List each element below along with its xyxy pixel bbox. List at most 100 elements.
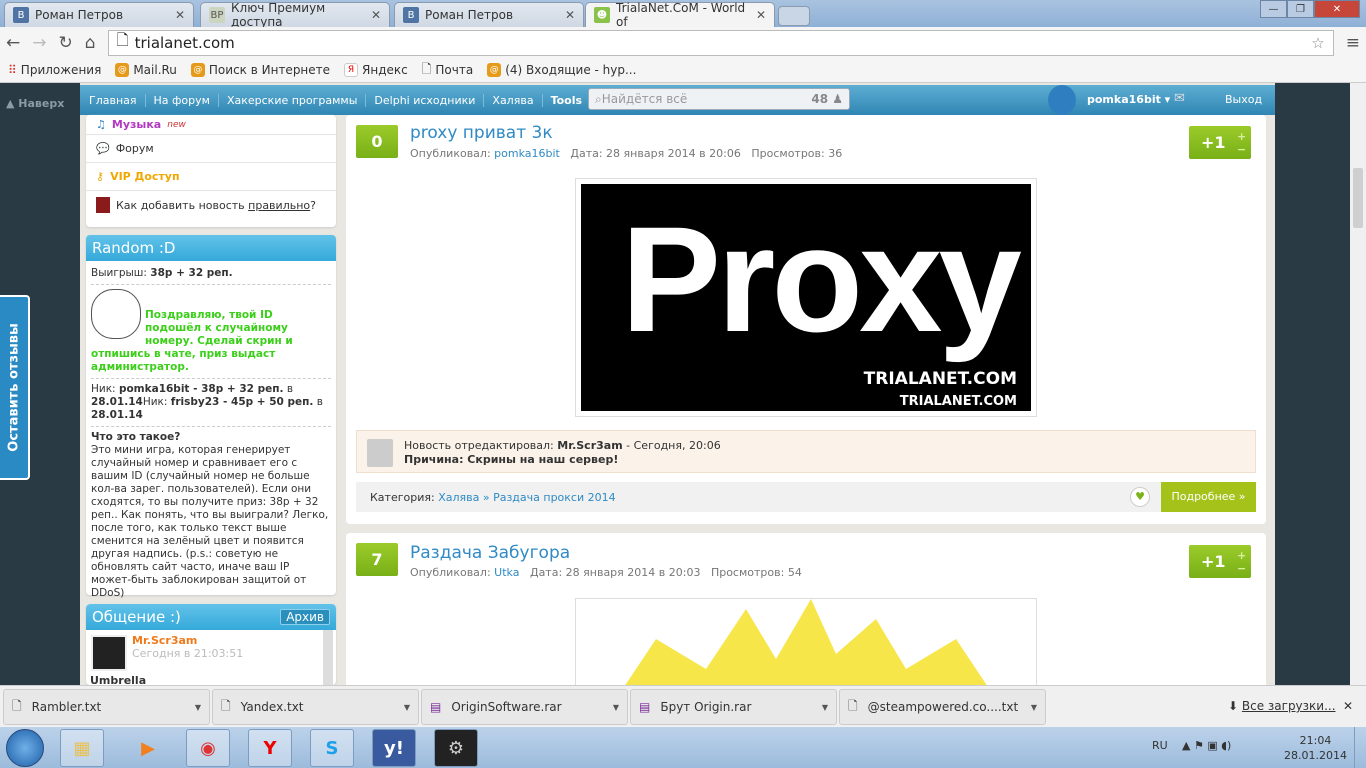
nav-home[interactable]: Главная bbox=[80, 93, 146, 107]
category-link[interactable]: Халява » Раздача прокси 2014 bbox=[438, 491, 615, 504]
sidebar-item-vip[interactable]: ⚷ VIP Доступ bbox=[86, 163, 336, 191]
download-name: Yandex.txt bbox=[240, 700, 304, 714]
mail-icon[interactable]: ✉ bbox=[1174, 91, 1185, 106]
user-menu[interactable]: pomka16bit ▾ bbox=[1087, 93, 1170, 106]
feedback-tab[interactable]: Оставить отзывы bbox=[0, 295, 30, 480]
download-item[interactable]: 🗋 Yandex.txt ▼ bbox=[212, 689, 419, 725]
language-indicator[interactable]: RU bbox=[1152, 739, 1168, 752]
archive-button[interactable]: Архив bbox=[280, 609, 330, 625]
win-line: Выигрыш: 38р + 32 реп. bbox=[91, 267, 331, 280]
bookmark-inbox[interactable]: @ (4) Входящие - hyp... bbox=[487, 63, 636, 77]
vote-plus-button[interactable]: +1 + − bbox=[1189, 126, 1251, 159]
download-item[interactable]: 🗋 @steampowered.co....txt ▼ bbox=[839, 689, 1046, 725]
winner-date: 28.01.14 bbox=[91, 396, 143, 408]
sidebar-item-how-to[interactable]: Как добавить новость правильно? bbox=[86, 191, 336, 219]
bookmark-mail[interactable]: 🗋 Почта bbox=[422, 60, 473, 81]
sidebar-item-forum[interactable]: 💬 Форум bbox=[86, 135, 336, 163]
post-date: Дата: 28 января 2014 в 20:03 bbox=[529, 566, 701, 579]
dropdown-icon[interactable]: ▼ bbox=[404, 703, 410, 712]
heart-icon[interactable]: ♥ bbox=[1130, 487, 1150, 507]
close-icon[interactable]: ✕ bbox=[756, 8, 766, 22]
back-icon[interactable]: ← bbox=[6, 33, 20, 53]
menu-label: Как добавить новость правильно? bbox=[116, 199, 316, 212]
close-icon[interactable]: ✕ bbox=[565, 8, 575, 22]
author-link[interactable]: pomka16bit bbox=[494, 147, 560, 160]
download-item[interactable]: ▤ Брут Origin.rar ▼ bbox=[630, 689, 837, 725]
back-to-top-button[interactable]: ▲ Наверх bbox=[6, 97, 80, 110]
bookmark-label: Яндекс bbox=[362, 63, 408, 77]
close-downloads-icon[interactable]: ✕ bbox=[1343, 699, 1353, 713]
close-window-button[interactable]: ✕ bbox=[1314, 0, 1360, 18]
sidebar-item-music[interactable]: ♫ Музыка new bbox=[86, 115, 336, 135]
page-scrollbar[interactable] bbox=[1350, 83, 1366, 685]
skype-icon[interactable]: S bbox=[310, 729, 354, 767]
address-bar[interactable]: 🗋 trialanet.com ☆ bbox=[107, 29, 1334, 56]
close-icon[interactable]: ✕ bbox=[175, 8, 185, 22]
post-title[interactable]: Раздача Забугора bbox=[410, 543, 570, 563]
tab-active[interactable]: ☻ TrialaNet.CoM - World of ✕ bbox=[585, 1, 775, 29]
scroll-thumb[interactable] bbox=[1353, 168, 1363, 228]
clock-date: 28.01.2014 bbox=[1284, 749, 1347, 762]
download-item[interactable]: ▤ OriginSoftware.rar ▼ bbox=[421, 689, 628, 725]
bookmark-apps[interactable]: ⠿ Приложения bbox=[8, 63, 101, 77]
start-button[interactable] bbox=[6, 729, 44, 767]
nav-delphi[interactable]: Delphi исходники bbox=[366, 93, 485, 107]
bookmarks-bar: ⠿ Приложения @ Mail.Ru @ Поиск в Интернете … bbox=[0, 58, 1366, 83]
correctly-link[interactable]: правильно bbox=[248, 199, 310, 212]
site-search-input[interactable]: ⌕ Найдётся всё 48 ♟ bbox=[588, 88, 850, 110]
post-rating: 7 bbox=[356, 543, 398, 576]
author-link[interactable]: Utka bbox=[494, 566, 519, 579]
dropdown-icon[interactable]: ▼ bbox=[1031, 703, 1037, 712]
what-title: Что это такое? bbox=[91, 431, 181, 443]
download-name: Брут Origin.rar bbox=[660, 700, 752, 714]
tab-2[interactable]: BP Ключ Премиум доступа ✕ bbox=[200, 1, 390, 29]
read-more-button[interactable]: Подробнее » bbox=[1161, 482, 1256, 512]
yandex-browser-icon[interactable]: Y bbox=[248, 729, 292, 767]
tray-icons[interactable]: ▲ ⚑ ▣ ◖) bbox=[1182, 739, 1231, 752]
explorer-icon[interactable]: ▦ bbox=[60, 729, 104, 767]
in-label: в bbox=[316, 396, 323, 408]
search-icon: ⌕ bbox=[595, 91, 602, 106]
nav-tools[interactable]: Tools bbox=[543, 94, 590, 107]
home-icon[interactable]: ⌂ bbox=[85, 33, 96, 53]
new-tab-button[interactable] bbox=[778, 6, 810, 26]
media-player-icon[interactable]: ▶ bbox=[126, 729, 170, 767]
username: pomka16bit bbox=[1087, 93, 1161, 106]
nav-freebies[interactable]: Халява bbox=[484, 93, 543, 107]
nav-forum[interactable]: На форум bbox=[146, 93, 219, 107]
all-downloads-link[interactable]: ⬇ Все загрузки... bbox=[1228, 699, 1336, 713]
chat-user[interactable]: Mr.Scr3am bbox=[132, 634, 197, 647]
tab-3[interactable]: В Роман Петров ✕ bbox=[394, 2, 584, 27]
user-avatar[interactable] bbox=[1048, 85, 1076, 115]
reload-icon[interactable]: ↻ bbox=[59, 33, 73, 53]
logout-link[interactable]: Выход bbox=[1225, 93, 1262, 106]
dropdown-icon[interactable]: ▼ bbox=[613, 703, 619, 712]
vote-plus-button[interactable]: +1 + − bbox=[1189, 545, 1251, 578]
tab-label: Ключ Премиум доступа bbox=[231, 1, 326, 29]
bookmark-mailru[interactable]: @ Mail.Ru bbox=[115, 63, 177, 77]
yahoo-icon[interactable]: y! bbox=[372, 729, 416, 767]
post-title[interactable]: proxy приват 3к bbox=[410, 123, 553, 143]
star-icon[interactable]: ☆ bbox=[1311, 34, 1324, 52]
maximize-button[interactable]: ❐ bbox=[1287, 0, 1314, 18]
show-desktop-button[interactable] bbox=[1354, 727, 1366, 768]
post-card: 0 proxy приват 3к Опубликовал: pomka16bi… bbox=[346, 115, 1266, 524]
star-burst-image bbox=[617, 599, 995, 697]
chat-scrollbar[interactable] bbox=[323, 630, 333, 685]
author-label: Опубликовал: bbox=[410, 147, 491, 160]
menu-icon[interactable]: ≡ bbox=[1346, 33, 1360, 53]
nav-hacker-programs[interactable]: Хакерские программы bbox=[219, 93, 367, 107]
dropdown-icon[interactable]: ▼ bbox=[195, 703, 201, 712]
tab-1[interactable]: В Роман Петров ✕ bbox=[4, 2, 194, 27]
bookmark-search[interactable]: @ Поиск в Интернете bbox=[190, 63, 330, 77]
bookmark-yandex[interactable]: Я Яндекс bbox=[344, 63, 408, 77]
close-icon[interactable]: ✕ bbox=[371, 8, 381, 22]
in-label: в bbox=[286, 383, 294, 395]
minimize-button[interactable]: — bbox=[1260, 0, 1287, 18]
download-item[interactable]: 🗋 Rambler.txt ▼ bbox=[3, 689, 210, 725]
forward-icon[interactable]: → bbox=[32, 33, 46, 53]
dropdown-icon[interactable]: ▼ bbox=[822, 703, 828, 712]
steam-icon[interactable]: ⚙ bbox=[434, 729, 478, 767]
chrome-icon[interactable]: ◉ bbox=[186, 729, 230, 767]
clock[interactable]: 21:04 28.01.2014 bbox=[1284, 733, 1347, 763]
